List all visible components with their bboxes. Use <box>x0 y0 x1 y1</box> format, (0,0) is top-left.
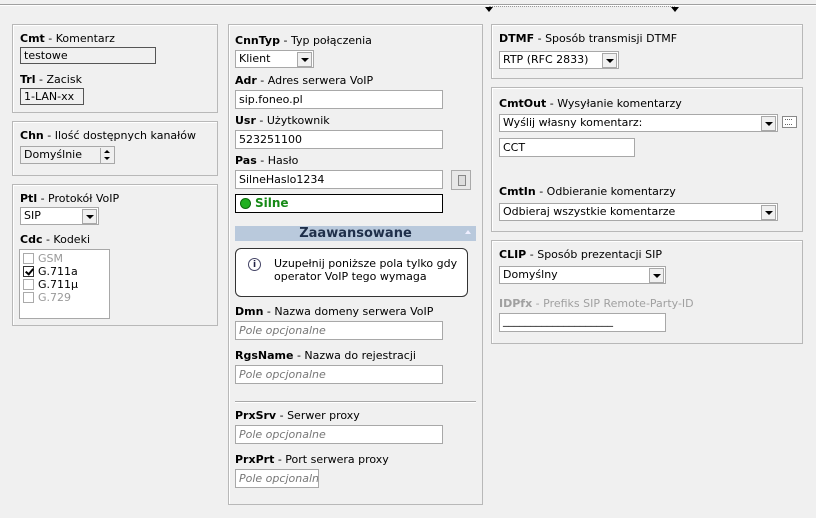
dtmf-value: RTP (RFC 2833) <box>503 53 589 66</box>
panel-comments: CmtOut - Wysyłanie komentarzy Wyślij wła… <box>491 87 803 232</box>
idpfx-input[interactable]: ____________________ <box>499 313 666 332</box>
panel-clip: CLIP - Sposób prezentacji SIP Domyślny I… <box>491 240 803 344</box>
cmtout-label: CmtOut - Wysyłanie komentarzy <box>499 97 682 110</box>
triangle-down-icon <box>671 7 679 12</box>
cmtout-select[interactable]: Wyślij własny komentarz: <box>499 114 778 132</box>
trl-label: Trl - Zacisk <box>20 73 82 86</box>
splitter-grip[interactable] <box>489 6 675 11</box>
cnntyp-value: Klient <box>239 52 271 65</box>
codec-item-g729[interactable]: G.729 <box>23 291 71 304</box>
divider <box>235 401 476 403</box>
info-box: i Uzupełnij poniższe pola tylko gdy oper… <box>235 248 468 297</box>
ptl-select[interactable]: SIP <box>20 207 99 225</box>
cmt-field[interactable]: testowe <box>20 47 156 64</box>
strength-label: Silne <box>255 196 289 210</box>
clip-select[interactable]: Domyślny <box>499 266 666 284</box>
chn-value: Domyślnie <box>24 148 83 161</box>
prxprt-label: PrxPrt - Port serwera proxy <box>235 453 389 466</box>
chevron-down-icon[interactable] <box>649 268 664 283</box>
chevron-down-icon[interactable] <box>297 52 312 67</box>
dtmf-select[interactable]: RTP (RFC 2833) <box>499 51 619 69</box>
info-icon: i <box>248 258 261 271</box>
dmn-label: Dmn - Nazwa domeny serwera VoIP <box>235 305 434 318</box>
checkbox[interactable] <box>23 279 34 290</box>
top-splitter[interactable] <box>0 0 816 13</box>
checkbox[interactable] <box>23 292 34 303</box>
cnntyp-label: CnnTyp - Typ połączenia <box>235 34 372 47</box>
cmtin-select[interactable]: Odbieraj wszystkie komentarze <box>499 203 778 221</box>
password-strength: Silne <box>235 194 443 213</box>
chevron-down-icon[interactable] <box>761 205 776 220</box>
dtmf-label: DTMF - Sposób transmisji DTMF <box>499 32 678 45</box>
cmtin-label: CmtIn - Odbieranie komentarzy <box>499 185 676 198</box>
usr-label: Usr - Użytkownik <box>235 114 330 127</box>
cmtin-value: Odbieraj wszystkie komentarze <box>503 205 676 218</box>
pas-label: Pas - Hasło <box>235 154 299 167</box>
cmtout-value: Wyślij własny komentarz: <box>503 116 643 129</box>
info-text: Uzupełnij poniższe pola tylko gdy operat… <box>274 257 458 283</box>
panel-channels: Chn - Ilość dostępnych kanałów Domyślnie <box>12 121 218 176</box>
chn-label: Chn - Ilość dostępnych kanałów <box>20 129 197 142</box>
ptl-value: SIP <box>24 209 41 222</box>
dmn-input[interactable]: Pole opcjonalne <box>235 321 443 340</box>
prxsrv-label: PrxSrv - Serwer proxy <box>235 409 360 422</box>
generate-password-icon[interactable] <box>451 170 471 190</box>
advanced-label: Zaawansowane <box>299 226 412 241</box>
clip-label: CLIP - Sposób prezentacji SIP <box>499 248 662 261</box>
usr-input[interactable]: 523251100 <box>235 130 443 149</box>
codec-item-g711a[interactable]: G.711a <box>23 265 78 278</box>
clip-value: Domyślny <box>503 268 558 281</box>
rgsname-label: RgsName - Nazwa do rejestracji <box>235 349 416 362</box>
triangle-down-icon <box>485 7 493 12</box>
codec-item-g711u[interactable]: G.711µ <box>23 278 78 291</box>
pas-input[interactable]: SilneHaslo1234 <box>235 170 443 189</box>
rgsname-input[interactable]: Pole opcjonalne <box>235 365 443 384</box>
prxsrv-input[interactable]: Pole opcjonalne <box>235 425 443 444</box>
codec-item-gsm[interactable]: GSM <box>23 252 63 265</box>
cmtout-text-input[interactable]: CCT <box>499 138 635 157</box>
checkbox-checked[interactable] <box>23 266 34 277</box>
advanced-header[interactable]: Zaawansowane <box>235 226 476 241</box>
adr-input[interactable]: sip.foneo.pl <box>235 90 443 109</box>
chevron-down-icon[interactable] <box>761 116 776 131</box>
splitter-line <box>0 4 816 6</box>
chevron-down-icon[interactable] <box>82 209 97 224</box>
idpfx-label: IDPfx - Prefiks SIP Remote-Party-ID <box>499 297 694 310</box>
strength-dot-icon <box>240 198 251 209</box>
cmt-label: Cmt - Komentarz <box>20 32 115 45</box>
trl-field[interactable]: 1-LAN-xx <box>20 88 84 105</box>
chevron-down-icon[interactable] <box>602 53 617 68</box>
codec-list[interactable]: GSM G.711a G.711µ G.729 <box>19 249 110 319</box>
cdc-label: Cdc - Kodeki <box>20 233 91 246</box>
cnntyp-select[interactable]: Klient <box>235 50 314 68</box>
adr-label: Adr - Adres serwera VoIP <box>235 74 374 87</box>
collapse-icon[interactable] <box>465 230 471 234</box>
panel-comment: Cmt - Komentarz testowe Trl - Zacisk 1-L… <box>12 24 218 113</box>
chn-spinner[interactable]: Domyślnie <box>20 146 115 164</box>
checkbox[interactable] <box>23 253 34 264</box>
prxprt-input[interactable]: Pole opcjonalne <box>235 469 319 488</box>
comment-editor-icon[interactable] <box>779 113 799 131</box>
ptl-label: Ptl - Protokół VoIP <box>20 192 120 205</box>
panel-dtmf: DTMF - Sposób transmisji DTMF RTP (RFC 2… <box>491 24 803 79</box>
spinner-arrows-icon[interactable] <box>100 148 113 163</box>
